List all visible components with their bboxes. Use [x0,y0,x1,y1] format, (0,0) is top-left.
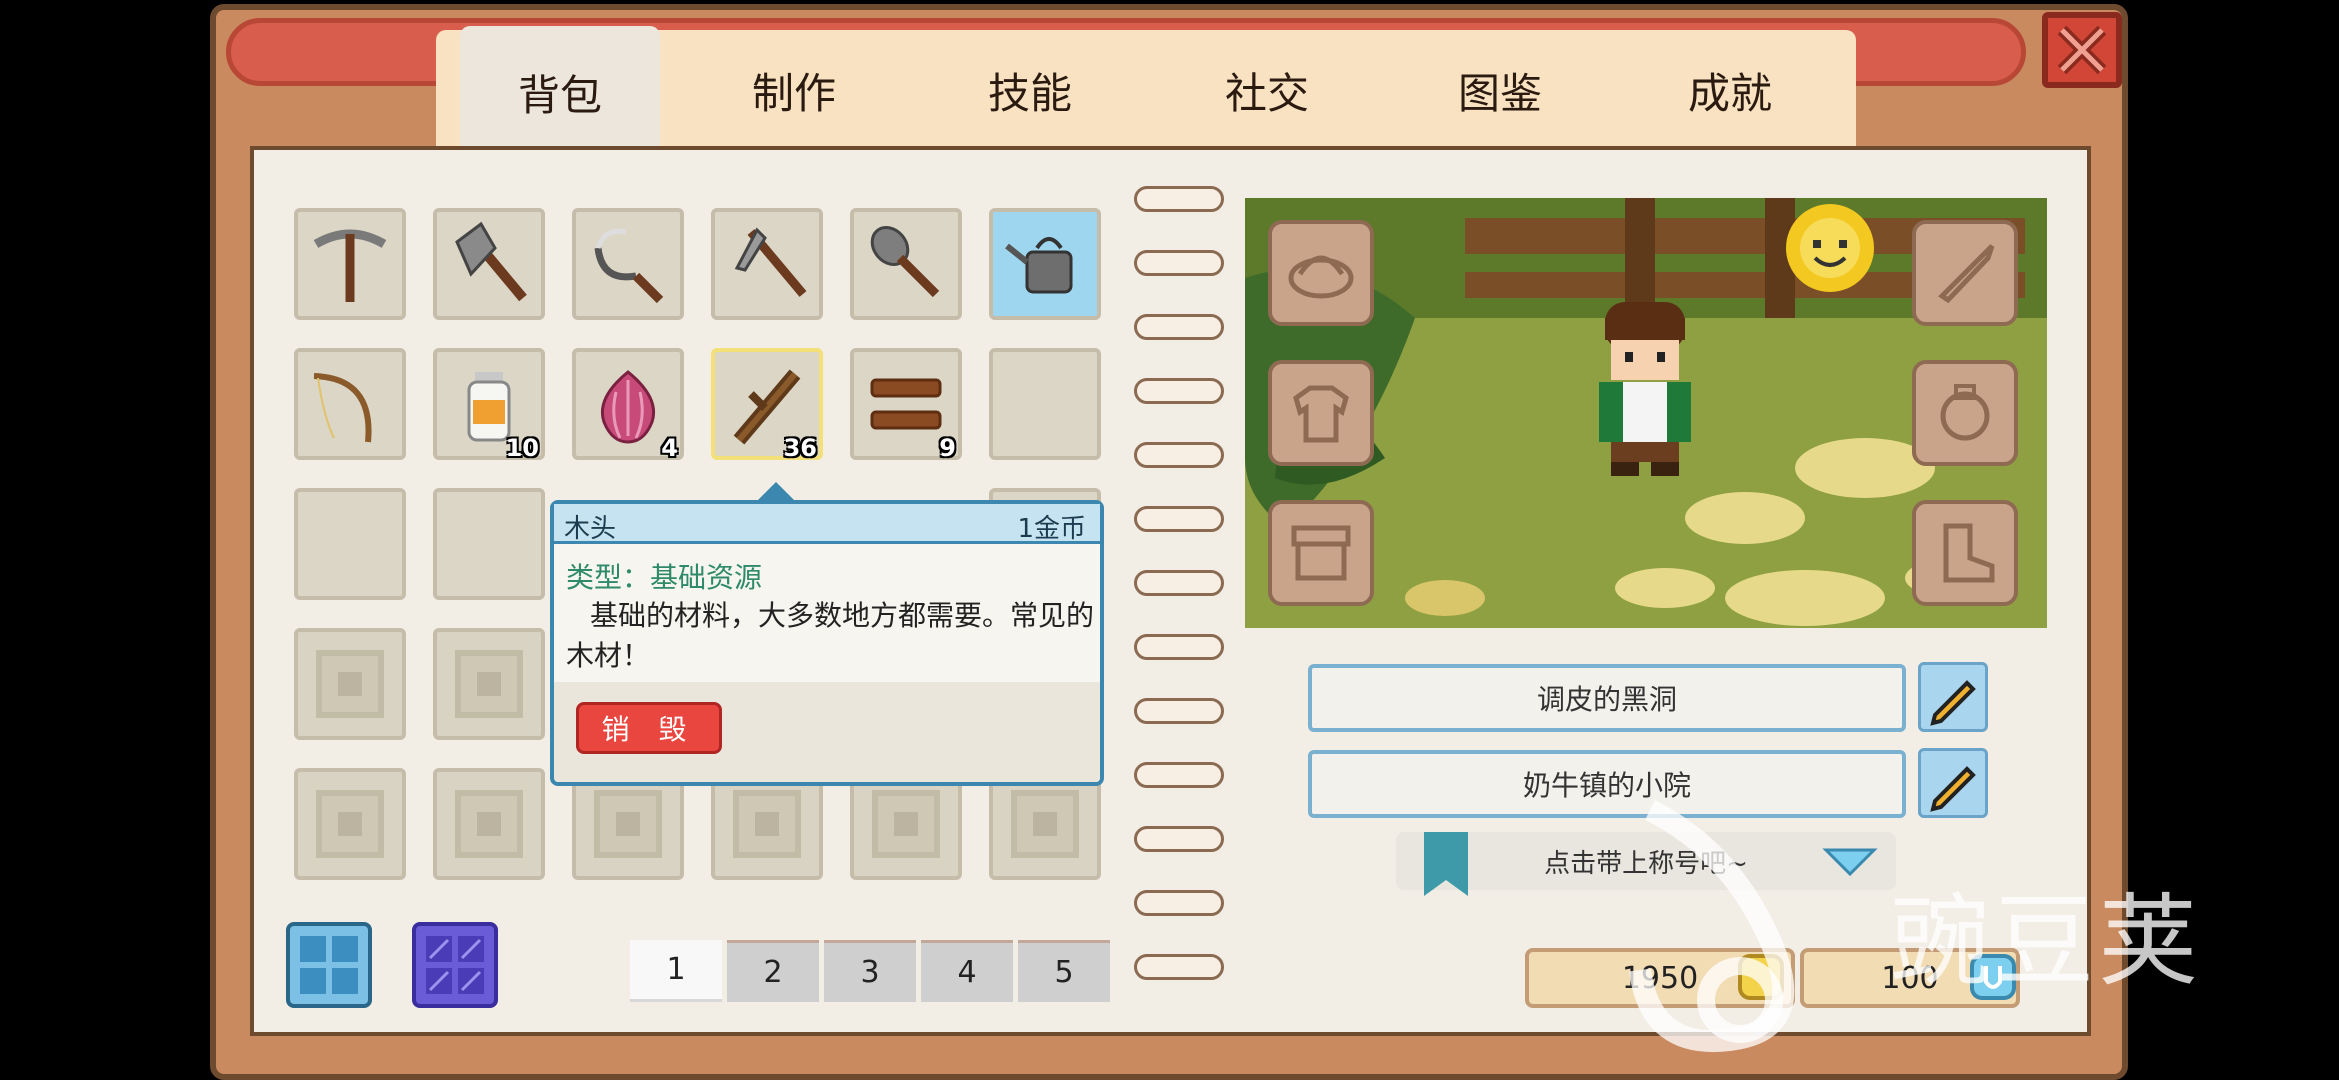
watermark-text: 豌豆荚 [1890,883,2202,1000]
equip-tool-slot[interactable] [1912,220,2018,326]
slot-empty[interactable] [433,488,545,600]
page-1[interactable]: 1 [630,940,722,1002]
shirt-icon [1293,385,1349,443]
grid-icon [300,936,358,994]
item-description: 基础的材料，大多数地方都需要。常见的木材！ [566,599,1095,672]
hoe-icon [734,227,807,297]
item-tooltip: 木头 1金币 类型：基础资源 基础的材料，大多数地方都需要。常见的木材！ 销 毁 [550,482,1104,786]
slot-sickle[interactable] [572,208,684,320]
pencil-icon [1930,766,1976,812]
tooltip-footer: 销 毁 [554,682,1100,782]
edit-farm-button[interactable] [1918,748,1988,818]
tab-collection[interactable]: 图鉴 [1400,30,1600,150]
item-count: 4 [661,434,678,462]
slot-locked [433,768,545,880]
slot-planks[interactable]: 9 [850,348,962,462]
item-price: 1金币 [1017,514,1086,544]
sword-icon [1938,244,1995,304]
page-5[interactable]: 5 [1018,940,1110,1002]
item-count: 9 [939,434,956,462]
slot-locked [294,628,406,740]
slot-hoe[interactable] [711,208,823,320]
tooltip-header: 木头 1金币 [554,504,1100,544]
slot-empty[interactable] [294,488,406,600]
edit-name-button[interactable] [1918,662,1988,732]
notebook-binding [1134,146,1224,1036]
fishing-rod-icon [313,373,372,443]
slot-pickaxe[interactable] [294,208,406,320]
slot-empty[interactable] [989,348,1101,460]
watermark-logo [1629,800,1795,1053]
page-4[interactable]: 4 [921,940,1013,1002]
watering-can-icon [1005,237,1073,294]
page-2[interactable]: 2 [727,940,819,1002]
close-button[interactable] [2042,12,2122,88]
slot-axe[interactable] [433,208,545,320]
tooltip-pointer [756,482,796,502]
hat-icon [1288,255,1354,299]
item-name: 木头 [564,514,617,544]
equip-shirt-slot[interactable] [1268,360,1374,466]
page-3[interactable]: 3 [824,940,916,1002]
boot-icon [1943,523,1995,583]
bookmark-ribbon-icon [1424,832,1468,896]
shovel-icon [870,226,940,298]
slot-locked [294,768,406,880]
tab-crafting[interactable]: 制作 [694,30,894,150]
slash-grid-icon [426,936,484,994]
axe-icon [455,221,527,302]
slot-shovel[interactable] [850,208,962,320]
equip-pants-slot[interactable] [1268,500,1374,606]
grid-view-button[interactable] [286,922,372,1008]
slot-watering-can[interactable] [989,208,1101,320]
equip-hat-slot[interactable] [1268,220,1374,326]
item-count: 10 [505,434,539,462]
slot-onion[interactable]: 4 [572,348,684,462]
slot-locked [433,628,545,740]
slot-wood[interactable]: 36 [711,348,823,462]
slot-fishing-rod[interactable] [294,348,406,460]
sickle-icon [594,228,664,304]
player-character [1599,302,1691,476]
item-count: 36 [783,434,817,462]
alt-view-button[interactable] [412,922,498,1008]
item-type: 类型：基础资源 [566,561,763,594]
tab-social[interactable]: 社交 [1167,30,1367,150]
tab-backpack[interactable]: 背包 [460,26,660,176]
player-name-field[interactable]: 调皮的黑洞 [1308,664,1906,732]
close-icon [2057,25,2107,75]
pickaxe-icon [313,229,387,302]
tab-achievements[interactable]: 成就 [1630,30,1830,150]
equip-boots-slot[interactable] [1912,500,2018,606]
sunflower-icon [1786,204,1874,292]
destroy-button[interactable]: 销 毁 [576,702,722,754]
pencil-icon [1930,680,1976,726]
tab-skills[interactable]: 技能 [930,30,1130,150]
shop-icon [1291,525,1351,581]
ring-icon [1940,384,1990,441]
slot-potion[interactable]: 10 [433,348,545,462]
equip-accessory-slot[interactable] [1912,360,2018,466]
